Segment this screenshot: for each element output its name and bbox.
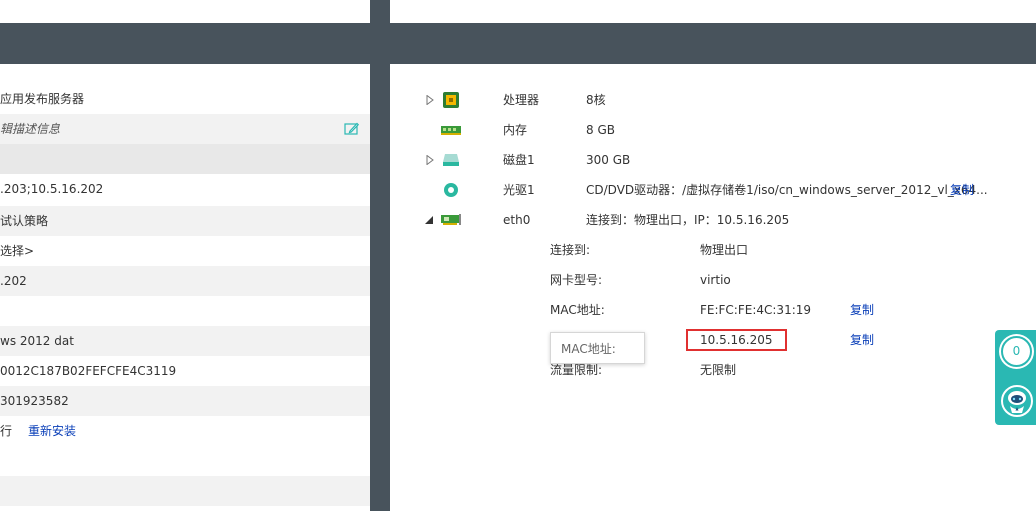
info-row-uuid: 0012C187B02FEFCFE4C3119 (0, 364, 177, 378)
info-row-footer (0, 476, 370, 506)
info-row-description: 辑描述信息 (0, 114, 370, 144)
hw-row-disk[interactable]: 磁盘1 300 GB (424, 150, 1024, 170)
nic-value: 无限制 (700, 363, 737, 377)
nic-value: FE:FC:FE:4C:31:19 (700, 303, 812, 317)
hw-row-eth0[interactable]: eth0 连接到：物理出口，IP：10.5.16.205 (424, 210, 1024, 230)
copy-cdrom-path-button[interactable]: 复制 (950, 180, 974, 200)
hw-value-eth0: 连接到：物理出口，IP：10.5.16.205 (586, 213, 790, 227)
nic-value: virtio (700, 273, 731, 287)
hw-row-memory[interactable]: 内存 8 GB (424, 120, 1024, 140)
notification-count-badge[interactable]: 0 (1001, 336, 1032, 367)
nic-value: 物理出口 (700, 243, 749, 257)
hw-value-cdrom: CD/DVD驱动器：/虚拟存储卷1/iso/cn_windows_server_… (586, 183, 988, 197)
nic-key: MAC地址: (550, 303, 605, 317)
copy-mac-button[interactable]: 复制 (850, 300, 874, 320)
nic-key: 连接到: (550, 243, 591, 257)
info-row-blank (0, 144, 370, 174)
nic-row-mac: MAC地址: FE:FC:FE:4C:31:19 复制 (390, 300, 990, 320)
cdrom-icon (444, 183, 458, 197)
collapse-arrow-icon[interactable] (424, 216, 434, 224)
mac-tooltip: MAC地址: (550, 332, 645, 364)
vm-info-panel: 应用发布服务器 辑描述信息 .203;10.5.16.202 试认策略 选择> … (0, 64, 370, 511)
copy-ip-button[interactable]: 复制 (850, 330, 874, 350)
hardware-panel: 处理器 8核 内存 8 GB 磁盘1 300 GB 光驱1 CD/DVD驱动器：… (390, 64, 1036, 511)
hw-name-cpu: 处理器 (503, 93, 540, 107)
network-card-icon (441, 214, 461, 225)
reinstall-link[interactable]: 重新安装 (28, 416, 76, 446)
memory-icon (441, 126, 461, 135)
info-row-empty (0, 296, 370, 326)
assistant-robot-icon[interactable] (1000, 382, 1034, 420)
hw-value-cpu: 8核 (586, 93, 606, 107)
description-text: 辑描述信息 (0, 122, 61, 136)
hw-name-disk: 磁盘1 (503, 153, 535, 167)
hw-value-memory: 8 GB (586, 123, 615, 137)
info-row-policy: 试认策略 (0, 206, 370, 236)
info-row-id: 301923582 (0, 386, 370, 416)
nic-key: 网卡型号: (550, 273, 603, 287)
nic-row-bandwidth: 流量限制: 无限制 (390, 360, 990, 380)
info-row-status: 行 重新安装 (0, 416, 370, 446)
hw-row-cpu[interactable]: 处理器 8核 (424, 90, 1024, 110)
expand-arrow-icon[interactable] (426, 95, 434, 105)
floating-helper-widget[interactable]: 0 (995, 330, 1036, 425)
info-row-gateway: .202 (0, 266, 370, 296)
hw-name-memory: 内存 (503, 123, 528, 137)
hw-row-cdrom[interactable]: 光驱1 CD/DVD驱动器：/虚拟存储卷1/iso/cn_windows_ser… (424, 180, 1024, 200)
nic-row-model: 网卡型号: virtio (390, 270, 990, 290)
info-row-select[interactable]: 选择> (0, 236, 370, 266)
panel-divider (370, 0, 390, 511)
info-row-os: ws 2012 dat (0, 326, 370, 356)
disk-icon (443, 154, 459, 166)
info-row-name: 应用发布服务器 (0, 92, 85, 106)
edit-icon[interactable] (344, 122, 359, 135)
info-row-ip: .203;10.5.16.202 (0, 182, 104, 196)
hw-name-cdrom: 光驱1 (503, 183, 535, 197)
hw-name-eth0: eth0 (503, 213, 531, 227)
cpu-icon (443, 92, 459, 108)
hw-value-disk: 300 GB (586, 153, 631, 167)
ip-highlight-box (686, 329, 787, 351)
top-dark-band (0, 23, 1036, 64)
nic-row-connect: 连接到: 物理出口 (390, 240, 990, 260)
expand-arrow-icon[interactable] (426, 155, 434, 165)
